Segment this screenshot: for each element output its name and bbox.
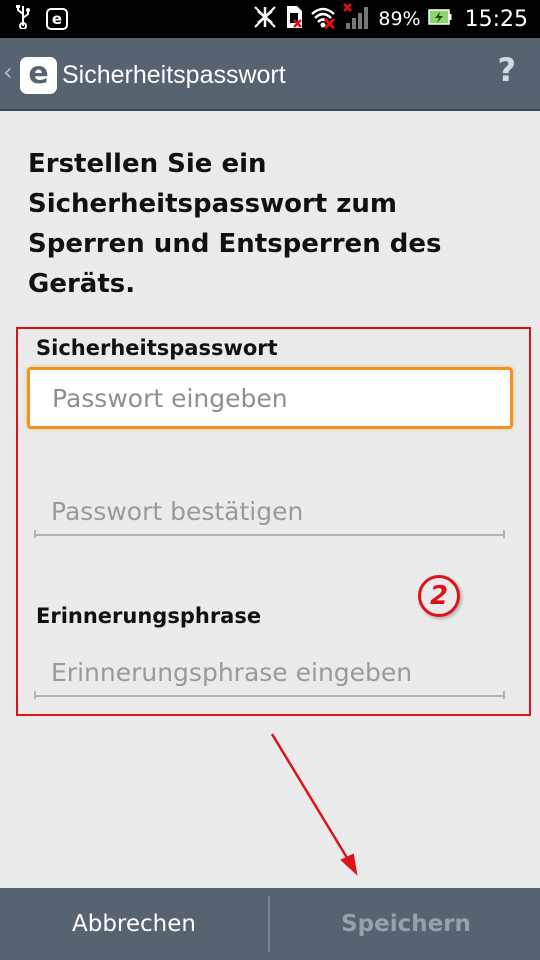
back-chevron-icon[interactable]: ‹ [3, 60, 13, 84]
sim-icon [285, 5, 303, 34]
clock: 15:25 [464, 6, 528, 32]
eset-logo-icon[interactable]: e [20, 57, 57, 94]
input-underline-tick [34, 530, 36, 538]
action-bar: ‹ e Sicherheitspasswort ? [0, 38, 540, 111]
password-input[interactable] [27, 367, 513, 429]
notification-area: e [16, 4, 68, 34]
input-underline-tick [503, 530, 505, 538]
bottom-action-bar: Abbrechen Speichern [0, 888, 540, 960]
reminder-phrase-input[interactable] [34, 649, 505, 697]
eset-icon: e [46, 8, 68, 30]
save-button[interactable]: Speichern [272, 888, 540, 960]
system-status: 89% 15:25 [252, 0, 528, 38]
status-bar: e 89% 15:25 [0, 0, 540, 38]
wifi-off-icon [310, 5, 336, 34]
button-divider [268, 896, 270, 952]
instruction-heading: Erstellen Sie ein Sicherheitspasswort zu… [28, 149, 442, 299]
page-title: Sicherheitspasswort [62, 61, 286, 89]
step-number-badge: 2 [418, 575, 460, 617]
input-underline-tick [503, 691, 505, 699]
input-underline-tick [34, 691, 36, 699]
password-label: Sicherheitspasswort [36, 336, 278, 360]
battery-icon [427, 7, 452, 32]
signal-icon [343, 2, 371, 36]
usb-icon [16, 4, 30, 34]
help-icon[interactable]: ? [497, 54, 516, 86]
battery-percent: 89% [378, 8, 421, 30]
cancel-button[interactable]: Abbrechen [0, 888, 268, 960]
confirm-password-input[interactable] [34, 488, 505, 536]
no-connection-icon [252, 4, 278, 35]
reminder-phrase-label: Erinnerungsphrase [36, 604, 262, 628]
